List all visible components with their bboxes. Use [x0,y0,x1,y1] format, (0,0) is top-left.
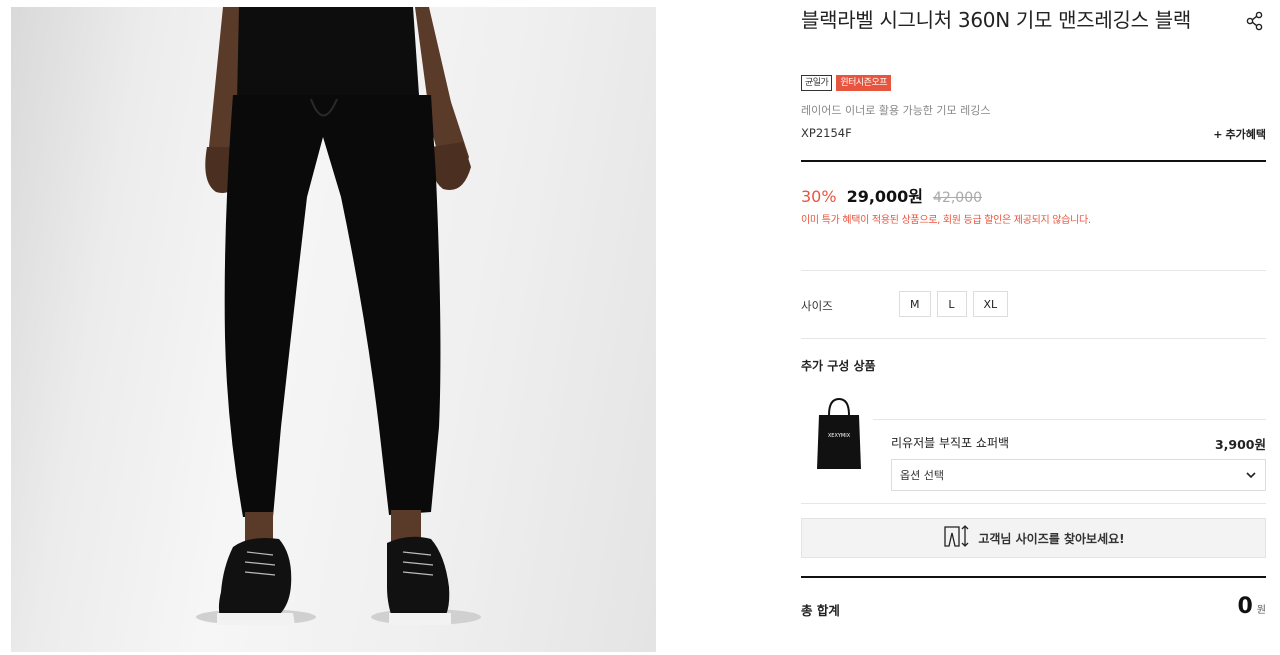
size-label: 사이즈 [801,299,833,313]
product-badges: 균일가 윈터시즌오프 [801,75,892,91]
price-row: 30% 29,000원 42,000 [801,183,982,207]
product-image [11,7,656,652]
size-options: M L XL [899,291,1009,317]
total-label: 총 합계 [801,603,840,618]
badge-winter-season-off: 윈터시즌오프 [836,75,892,91]
total-value: 0 [1237,594,1253,619]
divider [801,338,1266,339]
extra-benefit-link[interactable]: + 추가혜택 [1213,126,1266,142]
plus-icon: + [1213,128,1223,141]
bag-brand-text: XEXYMIX [828,433,851,439]
discount-rate: 30% [801,187,837,206]
size-option-l[interactable]: L [936,291,967,317]
pants-ruler-icon [942,524,970,552]
size-finder-label: 고객님 사이즈를 찾아보세요! [978,531,1125,546]
divider [801,503,1266,504]
total-unit: 원 [1256,605,1266,616]
badge-uniform-price: 균일가 [801,75,833,91]
sale-price: 29,000원 [846,187,924,206]
option-select-value: 옵션 선택 [900,469,944,482]
addon-option-select[interactable]: 옵션 선택 [891,459,1266,491]
divider [801,270,1266,271]
divider [873,419,1266,420]
price-notice: 이미 특가 혜택이 적용된 상품으로, 회원 등급 할인은 제공되지 않습니다. [801,215,1091,226]
addon-product-price: 3,900원 [1214,437,1266,452]
shopper-bag-thumbnail: XEXYMIX [815,397,863,471]
product-code: XP2154F [801,126,852,140]
original-price: 42,000 [933,190,983,206]
divider [801,160,1266,162]
divider [801,576,1266,578]
chevron-down-icon [1245,466,1257,485]
extra-benefit-label: 추가혜택 [1225,128,1266,141]
size-option-m[interactable]: M [899,291,931,317]
total-amount: 0 원 [1237,594,1266,619]
product-info-panel: 블랙라벨 시그니처 360N 기모 맨즈레깅스 블랙 균일가 윈터시즌오프 레이… [801,0,1266,655]
addon-product-name: 리유저블 부직포 쇼퍼백 [891,436,1010,450]
size-finder-button[interactable]: 고객님 사이즈를 찾아보세요! [801,518,1266,558]
addon-section-title: 추가 구성 상품 [801,359,876,373]
product-photo-illustration [196,7,481,625]
share-icon[interactable] [1244,10,1266,32]
product-title: 블랙라벨 시그니처 360N 기모 맨즈레깅스 블랙 [801,8,1191,32]
product-description: 레이어드 이너로 활용 가능한 기모 레깅스 [801,104,991,117]
size-option-xl[interactable]: XL [972,291,1009,317]
